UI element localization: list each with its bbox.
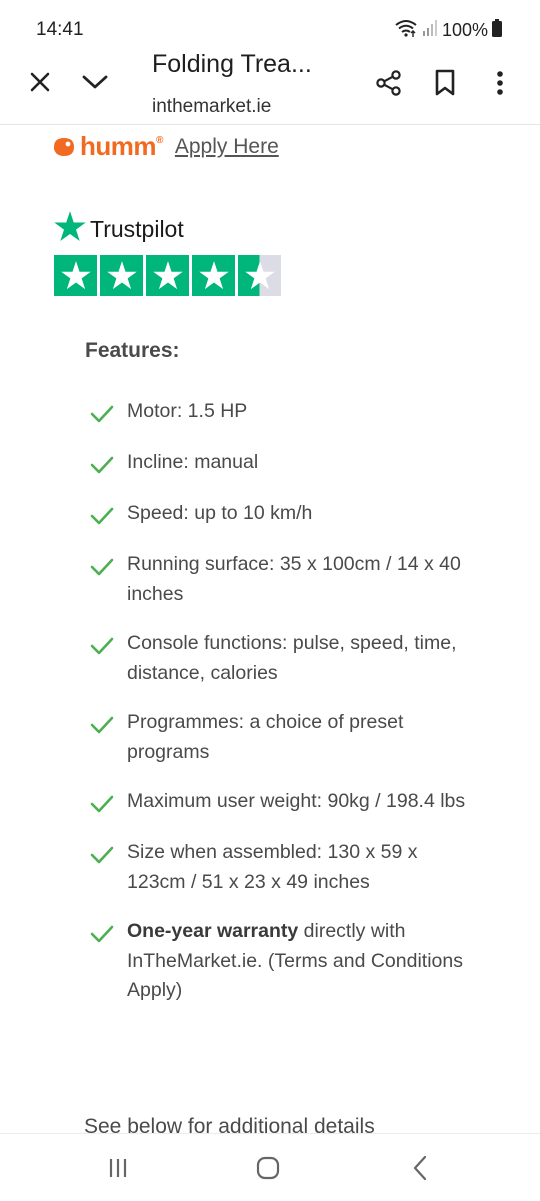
feature-item: Incline: manual — [90, 448, 470, 479]
status-time: 14:41 — [36, 19, 84, 40]
feature-detail: Running surface: 35 x 100cm / 14 x 40 in… — [127, 553, 461, 605]
feature-item: Motor: 1.5 HP — [90, 397, 470, 428]
feature-text: Speed: up to 10 km/h — [127, 499, 312, 529]
rating-star-2 — [100, 255, 143, 296]
home-icon[interactable] — [250, 1152, 286, 1184]
trustpilot-logo[interactable]: Trustpilot — [54, 211, 184, 247]
checkmark-icon — [90, 637, 116, 660]
browser-toolbar: Folding Trea... inthemarket.ie — [0, 40, 540, 125]
checkmark-icon — [90, 925, 116, 948]
page-domain[interactable]: inthemarket.ie — [152, 96, 271, 118]
bookmark-icon[interactable] — [430, 66, 460, 100]
feature-item: Console functions: pulse, speed, time, d… — [90, 629, 470, 688]
feature-text: Console functions: pulse, speed, time, d… — [127, 629, 470, 688]
features-list: Motor: 1.5 HP Incline: manual Speed: up to… — [90, 397, 470, 1026]
humm-banner: humm ® Apply Here — [50, 131, 279, 162]
chevron-down-icon[interactable] — [78, 66, 112, 98]
share-icon[interactable] — [372, 66, 406, 100]
rating-star-1 — [54, 255, 97, 296]
checkmark-icon — [90, 795, 116, 818]
feature-text: Size when assembled: 130 x 59 x 123cm / … — [127, 838, 470, 897]
feature-text: Programmes: a choice of preset programs — [127, 708, 470, 767]
feature-detail: Maximum user weight: 90kg / 198.4 lbs — [127, 790, 466, 812]
humm-apply-link[interactable]: Apply Here — [175, 135, 279, 159]
feature-text: Motor: 1.5 HP — [127, 397, 247, 427]
checkmark-icon — [90, 405, 116, 428]
checkmark-icon — [90, 558, 116, 581]
feature-detail: Motor: 1.5 HP — [127, 400, 248, 422]
feature-detail: Speed: up to 10 km/h — [127, 502, 313, 524]
humm-mark-icon — [54, 137, 74, 156]
feature-item: Running surface: 35 x 100cm / 14 x 40 in… — [90, 550, 470, 609]
feature-text: Incline: manual — [127, 448, 258, 478]
checkmark-icon — [90, 716, 116, 739]
checkmark-icon — [90, 846, 116, 869]
checkmark-icon — [90, 507, 116, 530]
navigation-bar — [0, 1133, 540, 1201]
battery-percent: 100% — [441, 20, 488, 40]
rating-star-5-half — [238, 255, 281, 296]
feature-item: Maximum user weight: 90kg / 198.4 lbs — [90, 787, 470, 818]
feature-emphasis: One-year warranty — [127, 920, 299, 942]
back-icon[interactable] — [402, 1152, 438, 1184]
more-vert-icon[interactable] — [488, 66, 512, 100]
additional-details-text: See below for additional details — [84, 1115, 375, 1133]
rating-star-3 — [146, 255, 189, 296]
close-icon[interactable] — [24, 66, 56, 98]
feature-detail: Console functions: pulse, speed, time, d… — [127, 632, 457, 684]
battery-icon — [492, 19, 502, 42]
rating-star-4 — [192, 255, 235, 296]
feature-detail: Size when assembled: 130 x 59 x 123cm / … — [127, 841, 418, 893]
signal-icon — [422, 19, 438, 42]
recent-apps-icon[interactable] — [100, 1152, 136, 1184]
checkmark-icon — [90, 456, 116, 479]
feature-item: Programmes: a choice of preset programs — [90, 708, 470, 767]
trustpilot-rating — [54, 255, 281, 296]
humm-logo-text: humm — [80, 131, 157, 161]
feature-item: One-year warranty directly with InTheMar… — [90, 917, 470, 1006]
feature-item: Size when assembled: 130 x 59 x 123cm / … — [90, 838, 470, 897]
feature-text: One-year warranty directly with InTheMar… — [127, 917, 470, 1006]
feature-item: Speed: up to 10 km/h — [90, 499, 470, 530]
humm-logo[interactable]: humm ® — [50, 131, 163, 162]
trustpilot-label: Trustpilot — [90, 215, 184, 242]
feature-detail: Programmes: a choice of preset programs — [127, 711, 404, 763]
trustpilot-star-icon — [54, 211, 86, 247]
features-heading: Features: — [85, 339, 180, 362]
feature-text: Maximum user weight: 90kg / 198.4 lbs — [127, 787, 465, 817]
page-title[interactable]: Folding Trea... — [152, 50, 312, 79]
feature-text: Running surface: 35 x 100cm / 14 x 40 in… — [127, 550, 470, 609]
feature-detail: Incline: manual — [127, 451, 259, 473]
web-content: humm ® Apply Here Trustpilot Features: M — [0, 125, 540, 1133]
